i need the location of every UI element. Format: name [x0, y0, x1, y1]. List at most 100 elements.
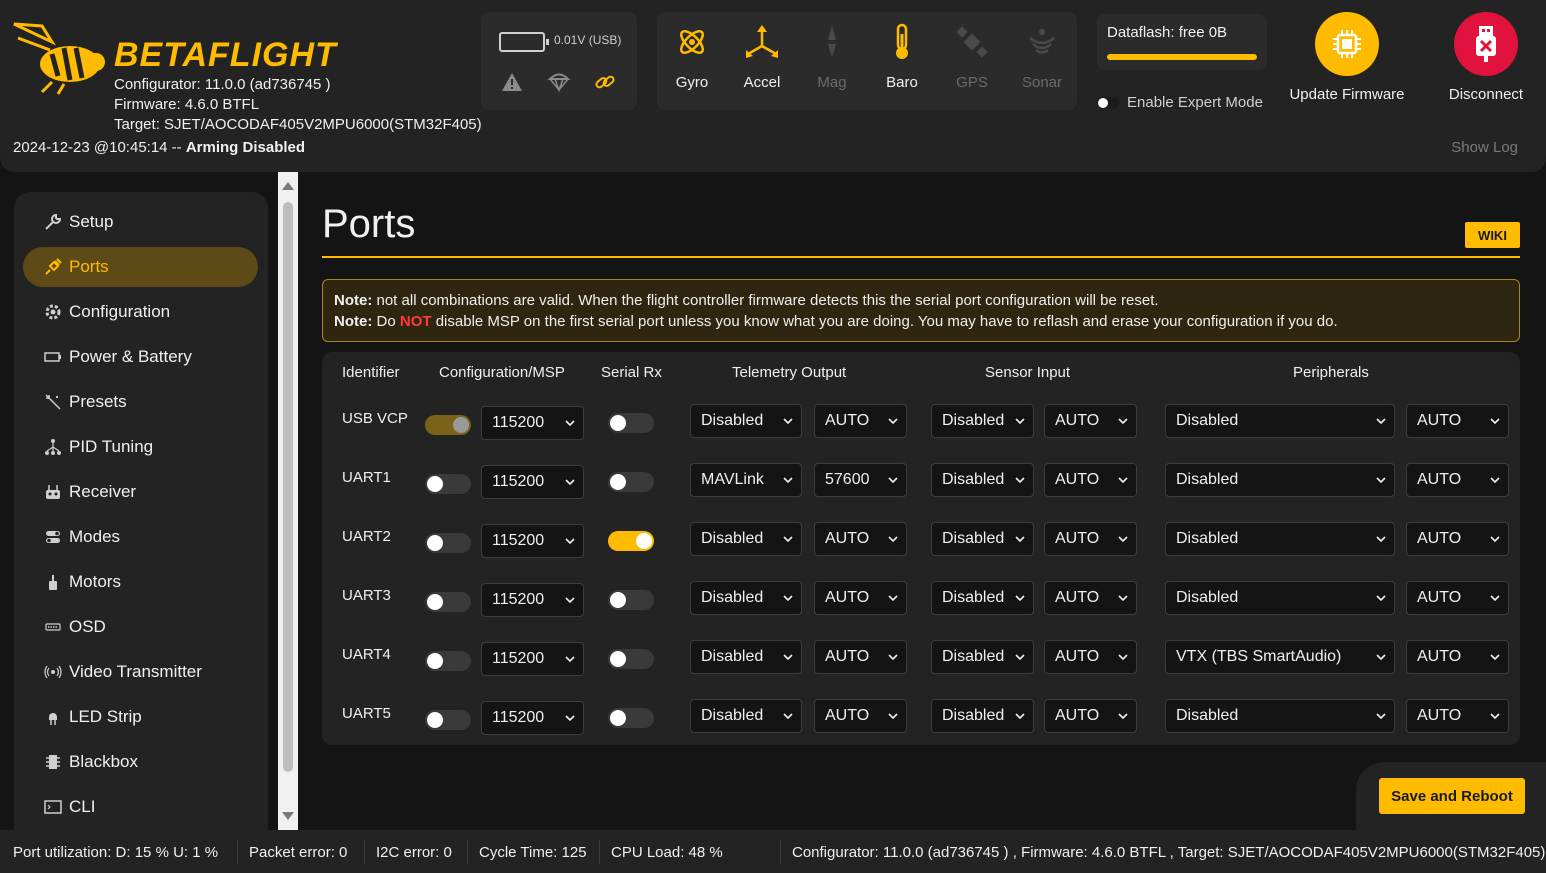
sensor-input-select[interactable]: Disabled — [931, 522, 1034, 556]
serial-rx-toggle[interactable] — [608, 649, 654, 669]
sensor-baud-select[interactable]: AUTO — [1044, 463, 1137, 497]
sensor-baud-select[interactable]: AUTO — [1044, 522, 1137, 556]
expert-mode-switch[interactable] — [1097, 96, 1119, 109]
sidebar-item-motors[interactable]: Motors — [23, 562, 258, 602]
chevron-down-icon — [783, 595, 793, 602]
sidebar-item-presets[interactable]: Presets — [23, 382, 258, 422]
msp-baud-select[interactable]: 115200 — [481, 583, 584, 617]
telemetry-output-select[interactable]: Disabled — [690, 581, 802, 615]
chip-icon — [1315, 12, 1379, 76]
select-value: AUTO — [1417, 648, 1462, 665]
telemetry-baud-select[interactable]: AUTO — [814, 581, 907, 615]
serial-rx-toggle[interactable] — [608, 413, 654, 433]
sidebar-item-osd[interactable]: OSD — [23, 607, 258, 647]
scroll-up-arrow-icon[interactable] — [282, 182, 294, 190]
sidebar-item-setup[interactable]: Setup — [23, 202, 258, 242]
msp-toggle[interactable] — [425, 533, 471, 553]
sidebar-item-receiver[interactable]: Receiver — [23, 472, 258, 512]
peripherals-select[interactable]: Disabled — [1165, 581, 1395, 615]
sidebar-item-modes[interactable]: Modes — [23, 517, 258, 557]
version-info: Configurator: 11.0.0 (ad736745 ) , Firmw… — [792, 844, 1546, 861]
serial-rx-toggle[interactable] — [608, 472, 654, 492]
serial-rx-toggle[interactable] — [608, 590, 654, 610]
peripherals-select[interactable]: Disabled — [1165, 404, 1395, 438]
telemetry-baud-select[interactable]: AUTO — [814, 640, 907, 674]
main-content: Ports WIKI Note: not all combinations ar… — [300, 172, 1546, 830]
sensor-label: Accel — [743, 74, 781, 91]
serial-rx-toggle[interactable] — [608, 531, 654, 551]
peripherals-select[interactable]: VTX (TBS SmartAudio) — [1165, 640, 1395, 674]
show-log-link[interactable]: Show Log — [1451, 139, 1518, 156]
sensor-baud-select[interactable]: AUTO — [1044, 581, 1137, 615]
update-firmware-button[interactable]: Update Firmware — [1287, 12, 1407, 103]
telemetry-baud-select[interactable]: 57600 — [814, 463, 907, 497]
battery-voltage: 0.01V (USB) — [554, 33, 622, 47]
telemetry-output-select[interactable]: Disabled — [690, 699, 802, 733]
sensor-input-select[interactable]: Disabled — [931, 640, 1034, 674]
sidebar-item-cli[interactable]: CLI — [23, 787, 258, 827]
select-value: Disabled — [701, 648, 764, 665]
sensor-input-select[interactable]: Disabled — [931, 699, 1034, 733]
msp-toggle[interactable] — [425, 474, 471, 494]
peripherals-baud-select[interactable]: AUTO — [1406, 522, 1509, 556]
sidebar-item-label: Power & Battery — [69, 347, 192, 366]
sensor-baud-select[interactable]: AUTO — [1044, 640, 1137, 674]
select-value: Disabled — [1176, 707, 1239, 724]
select-value: 115200 — [492, 532, 545, 549]
peripherals-select[interactable]: Disabled — [1165, 522, 1395, 556]
msp-baud-select[interactable]: 115200 — [481, 465, 584, 499]
expert-mode-toggle[interactable]: Enable Expert Mode — [1097, 94, 1263, 111]
sidebar-item-led-strip[interactable]: LED Strip — [23, 697, 258, 737]
msp-toggle[interactable] — [425, 592, 471, 612]
scroll-down-arrow-icon[interactable] — [282, 812, 294, 820]
telemetry-baud-select[interactable]: AUTO — [814, 699, 907, 733]
sensor-baud-select[interactable]: AUTO — [1044, 404, 1137, 438]
sidebar-item-pid-tuning[interactable]: PID Tuning — [23, 427, 258, 467]
chevron-down-icon — [1490, 418, 1500, 425]
wiki-button[interactable]: WIKI — [1465, 222, 1520, 248]
msp-baud-select[interactable]: 115200 — [481, 701, 584, 735]
scrollbar-thumb[interactable] — [283, 202, 293, 772]
peripherals-select[interactable]: Disabled — [1165, 463, 1395, 497]
telemetry-output-select[interactable]: MAVLink — [690, 463, 802, 497]
telemetry-output-select[interactable]: Disabled — [690, 640, 802, 674]
usb-disconnect-icon — [1454, 12, 1518, 76]
i2c-error: I2C error: 0 — [376, 844, 452, 861]
peripherals-baud-select[interactable]: AUTO — [1406, 463, 1509, 497]
sidebar-item-video-transmitter[interactable]: Video Transmitter — [23, 652, 258, 692]
msp-baud-select[interactable]: 115200 — [481, 642, 584, 676]
msp-toggle[interactable] — [425, 651, 471, 671]
sidebar-scrollbar[interactable] — [278, 172, 298, 830]
sonar-icon — [1029, 29, 1055, 54]
peripherals-baud-select[interactable]: AUTO — [1406, 699, 1509, 733]
msp-toggle[interactable] — [425, 415, 471, 435]
telemetry-baud-select[interactable]: AUTO — [814, 522, 907, 556]
msp-baud-select[interactable]: 115200 — [481, 524, 584, 558]
peripherals-baud-select[interactable]: AUTO — [1406, 581, 1509, 615]
serial-rx-toggle[interactable] — [608, 708, 654, 728]
disconnect-button[interactable]: Disconnect — [1426, 12, 1546, 103]
peripherals-baud-select[interactable]: AUTO — [1406, 404, 1509, 438]
msp-baud-select[interactable]: 115200 — [481, 406, 584, 440]
sensor-baud-select[interactable]: AUTO — [1044, 699, 1137, 733]
sensor-input-select[interactable]: Disabled — [931, 581, 1034, 615]
sensor-input-select[interactable]: Disabled — [931, 463, 1034, 497]
select-value: 115200 — [492, 591, 545, 608]
sidebar-item-power-battery[interactable]: Power & Battery — [23, 337, 258, 377]
peripherals-baud-select[interactable]: AUTO — [1406, 640, 1509, 674]
sidebar-item-blackbox[interactable]: Blackbox — [23, 742, 258, 782]
toggle-knob — [636, 533, 652, 549]
brand-name: BETAFLIGHT — [114, 36, 337, 74]
separator — [467, 840, 468, 864]
chevron-down-icon — [783, 477, 793, 484]
sidebar-item-configuration[interactable]: Configuration — [23, 292, 258, 332]
peripherals-select[interactable]: Disabled — [1165, 699, 1395, 733]
sensor-input-select[interactable]: Disabled — [931, 404, 1034, 438]
sidebar-item-ports[interactable]: Ports — [23, 247, 258, 287]
save-and-reboot-button[interactable]: Save and Reboot — [1379, 778, 1525, 814]
msp-toggle[interactable] — [425, 710, 471, 730]
led-icon — [43, 707, 63, 727]
telemetry-output-select[interactable]: Disabled — [690, 404, 802, 438]
telemetry-baud-select[interactable]: AUTO — [814, 404, 907, 438]
telemetry-output-select[interactable]: Disabled — [690, 522, 802, 556]
